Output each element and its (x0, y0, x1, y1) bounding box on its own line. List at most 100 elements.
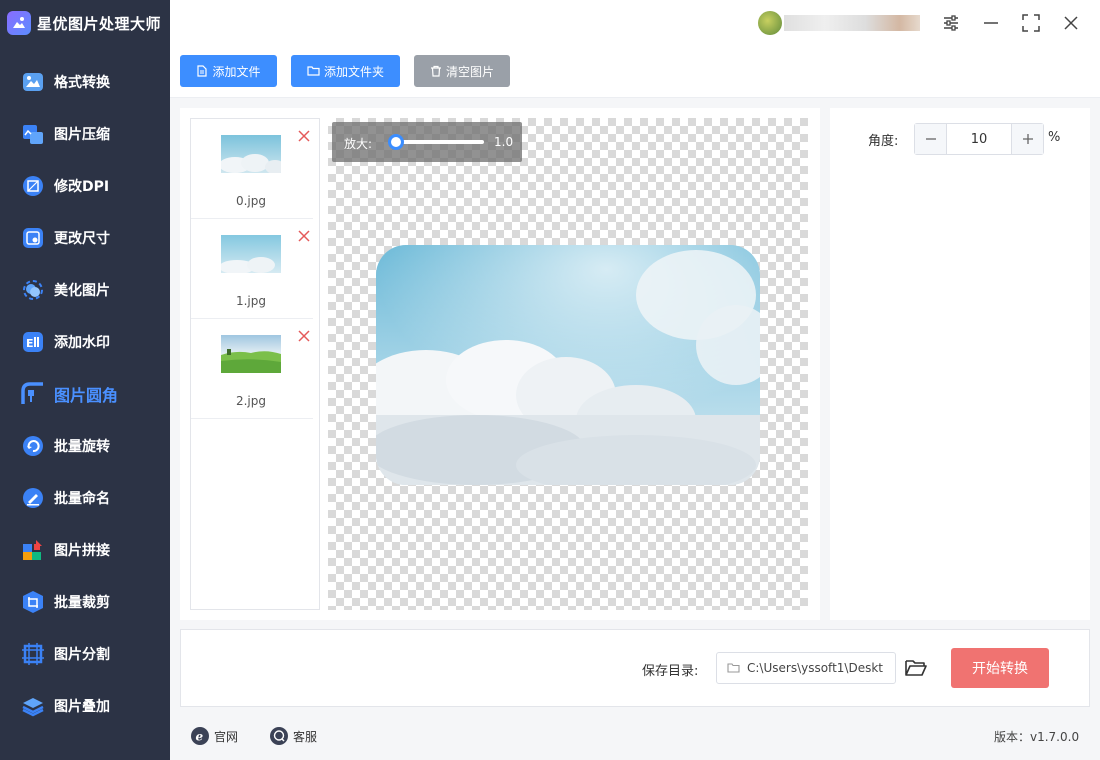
sidebar-item-label: 图片拼接 (54, 543, 110, 559)
sidebar-item-resize[interactable]: 更改尺寸 (0, 212, 170, 264)
zoom-slider-thumb[interactable] (388, 134, 404, 150)
chat-icon (270, 727, 288, 745)
increment-button[interactable] (1011, 124, 1043, 154)
start-convert-button[interactable]: 开始转换 (951, 648, 1049, 688)
angle-unit: % (1048, 130, 1061, 145)
website-link[interactable]: e 官网 (190, 726, 238, 746)
file-name: 2.jpg (235, 394, 267, 408)
svg-text:E: E (26, 337, 34, 350)
file-list: 0.jpg 1.jpg 2.jpg (190, 118, 320, 610)
zoom-control: 放大: 1.0 (332, 122, 522, 162)
sidebar-item-label: 格式转换 (54, 75, 110, 91)
thumbnail-2 (221, 335, 281, 373)
resize-icon (20, 225, 46, 251)
split-icon (20, 641, 46, 667)
angle-input[interactable] (947, 124, 1011, 154)
sidebar-item-crop[interactable]: 批量裁剪 (0, 576, 170, 628)
thumbnail-1 (221, 235, 281, 273)
sidebar-item-beautify[interactable]: 美化图片 (0, 264, 170, 316)
rename-icon (20, 485, 46, 511)
settings-button[interactable] (938, 10, 964, 36)
svg-text:e: e (196, 730, 204, 744)
minimize-icon (984, 22, 998, 24)
clear-images-button[interactable]: 清空图片 (414, 55, 510, 87)
username-blurred (784, 15, 920, 31)
zoom-label: 放大: (344, 137, 373, 151)
zoom-slider-track[interactable] (396, 140, 484, 144)
crop-icon (20, 589, 46, 615)
sidebar-item-label: 修改DPI (54, 179, 110, 195)
list-item[interactable]: 2.jpg (191, 319, 313, 419)
maximize-button[interactable] (1018, 10, 1044, 36)
close-button[interactable] (1058, 10, 1084, 36)
maximize-icon (1022, 14, 1040, 32)
minimize-button[interactable] (978, 10, 1004, 36)
trash-icon (430, 65, 441, 77)
sidebar-item-label: 图片叠加 (54, 699, 110, 715)
settings-panel (830, 108, 1090, 620)
save-dir-value: C:\Users\yssoft1\Deskt (747, 661, 883, 675)
avatar[interactable] (758, 11, 782, 35)
dpi-icon (20, 173, 46, 199)
sidebar: 星优图片处理大师 格式转换 图片压缩 修改DPI 更改尺寸 美化图片 E 添加水… (0, 0, 170, 760)
delete-file-icon[interactable] (297, 129, 311, 143)
delete-file-icon[interactable] (297, 329, 311, 343)
sidebar-item-stitch[interactable]: 图片拼接 (0, 524, 170, 576)
title-bar (170, 0, 1100, 46)
sidebar-item-overlay[interactable]: 图片叠加 (0, 680, 170, 732)
sidebar-item-image-compress[interactable]: 图片压缩 (0, 108, 170, 160)
sidebar-item-label: 批量命名 (54, 491, 110, 507)
clear-images-label: 清空图片 (445, 64, 494, 79)
sliders-icon (944, 15, 958, 31)
add-file-label: 添加文件 (212, 64, 261, 79)
save-dir-input[interactable]: C:\Users\yssoft1\Deskt (716, 652, 896, 684)
save-dir-label: 保存目录: (642, 664, 699, 679)
sidebar-item-label: 批量裁剪 (54, 595, 110, 611)
sidebar-item-format-convert[interactable]: 格式转换 (0, 56, 170, 108)
plus-icon (1022, 134, 1033, 144)
format-convert-icon (20, 69, 46, 95)
add-folder-button[interactable]: 添加文件夹 (291, 55, 400, 87)
thumbnail-0 (221, 135, 281, 173)
close-icon (1064, 16, 1078, 30)
angle-label: 角度: (868, 134, 899, 149)
toolbar: 添加文件 添加文件夹 清空图片 (170, 46, 1100, 98)
open-folder-icon[interactable] (904, 656, 928, 680)
sidebar-item-split[interactable]: 图片分割 (0, 628, 170, 680)
brand: 星优图片处理大师 (0, 0, 170, 46)
overlay-icon (20, 693, 46, 719)
sidebar-item-rename[interactable]: 批量命名 (0, 472, 170, 524)
sidebar-item-label: 美化图片 (54, 283, 110, 299)
list-item[interactable]: 0.jpg (191, 119, 313, 219)
watermark-icon: E (20, 329, 46, 355)
minus-icon (925, 138, 936, 140)
stitch-icon (20, 537, 46, 563)
website-label: 官网 (214, 729, 239, 744)
sidebar-item-dpi[interactable]: 修改DPI (0, 160, 170, 212)
file-icon (197, 65, 208, 77)
rounded-corner-icon (20, 381, 46, 407)
preview-image (376, 245, 760, 485)
app-title: 星优图片处理大师 (37, 14, 162, 33)
sky-clouds-image (376, 245, 760, 485)
sidebar-item-label: 批量旋转 (54, 439, 110, 455)
file-name: 0.jpg (235, 194, 267, 208)
angle-stepper (914, 123, 1044, 155)
sidebar-item-label: 图片圆角 (54, 386, 119, 405)
delete-file-icon[interactable] (297, 229, 311, 243)
sidebar-item-rounded-corner[interactable]: 图片圆角 (0, 368, 170, 420)
app-logo-icon (7, 11, 31, 35)
image-compress-icon (20, 121, 46, 147)
sidebar-item-rotate[interactable]: 批量旋转 (0, 420, 170, 472)
sidebar-item-watermark[interactable]: E 添加水印 (0, 316, 170, 368)
add-file-button[interactable]: 添加文件 (180, 55, 277, 87)
sidebar-item-label: 图片压缩 (54, 127, 110, 143)
folder-icon (307, 66, 320, 76)
rotate-icon (20, 433, 46, 459)
list-item[interactable]: 1.jpg (191, 219, 313, 319)
sidebar-item-label: 更改尺寸 (54, 231, 110, 247)
support-link[interactable]: 客服 (269, 726, 317, 746)
decrement-button[interactable] (915, 124, 947, 154)
file-name: 1.jpg (235, 294, 267, 308)
sidebar-item-label: 添加水印 (54, 335, 110, 351)
